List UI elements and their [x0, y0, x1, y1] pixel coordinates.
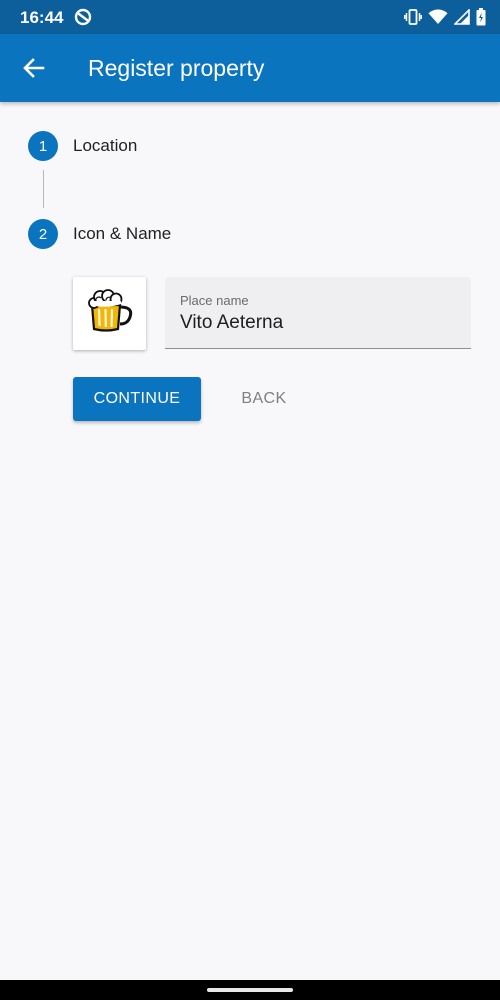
app-bar: Register property	[0, 34, 500, 102]
status-time: 16:44	[20, 8, 64, 27]
page-title: Register property	[88, 55, 265, 81]
step-connector	[43, 170, 44, 208]
icon-picker-button[interactable]	[73, 277, 146, 350]
vibrate-icon	[404, 9, 422, 25]
back-button[interactable]: BACK	[226, 377, 302, 421]
cellular-signal-icon	[454, 9, 470, 25]
battery-icon	[476, 8, 486, 26]
place-name-label: Place name	[180, 293, 249, 308]
continue-button[interactable]: CONTINUE	[73, 377, 201, 421]
wifi-icon	[428, 9, 448, 25]
step-number-badge: 2	[28, 219, 58, 249]
step-location[interactable]: 1 Location	[28, 131, 137, 161]
place-name-input[interactable]	[180, 312, 460, 334]
step-number-badge: 1	[28, 131, 58, 161]
navigation-bar	[0, 980, 500, 1000]
step-icon-and-name[interactable]: 2 Icon & Name	[28, 219, 171, 249]
app-notification-icon	[74, 8, 92, 26]
place-name-field[interactable]: Place name	[165, 277, 471, 349]
beer-mug-icon	[86, 289, 134, 338]
step-label: Icon & Name	[73, 224, 172, 243]
step-label: Location	[73, 136, 138, 155]
status-bar: 16:44	[0, 0, 500, 34]
arrow-left-icon[interactable]	[20, 54, 48, 82]
home-gesture-handle[interactable]	[207, 988, 293, 992]
status-icons	[404, 8, 486, 26]
